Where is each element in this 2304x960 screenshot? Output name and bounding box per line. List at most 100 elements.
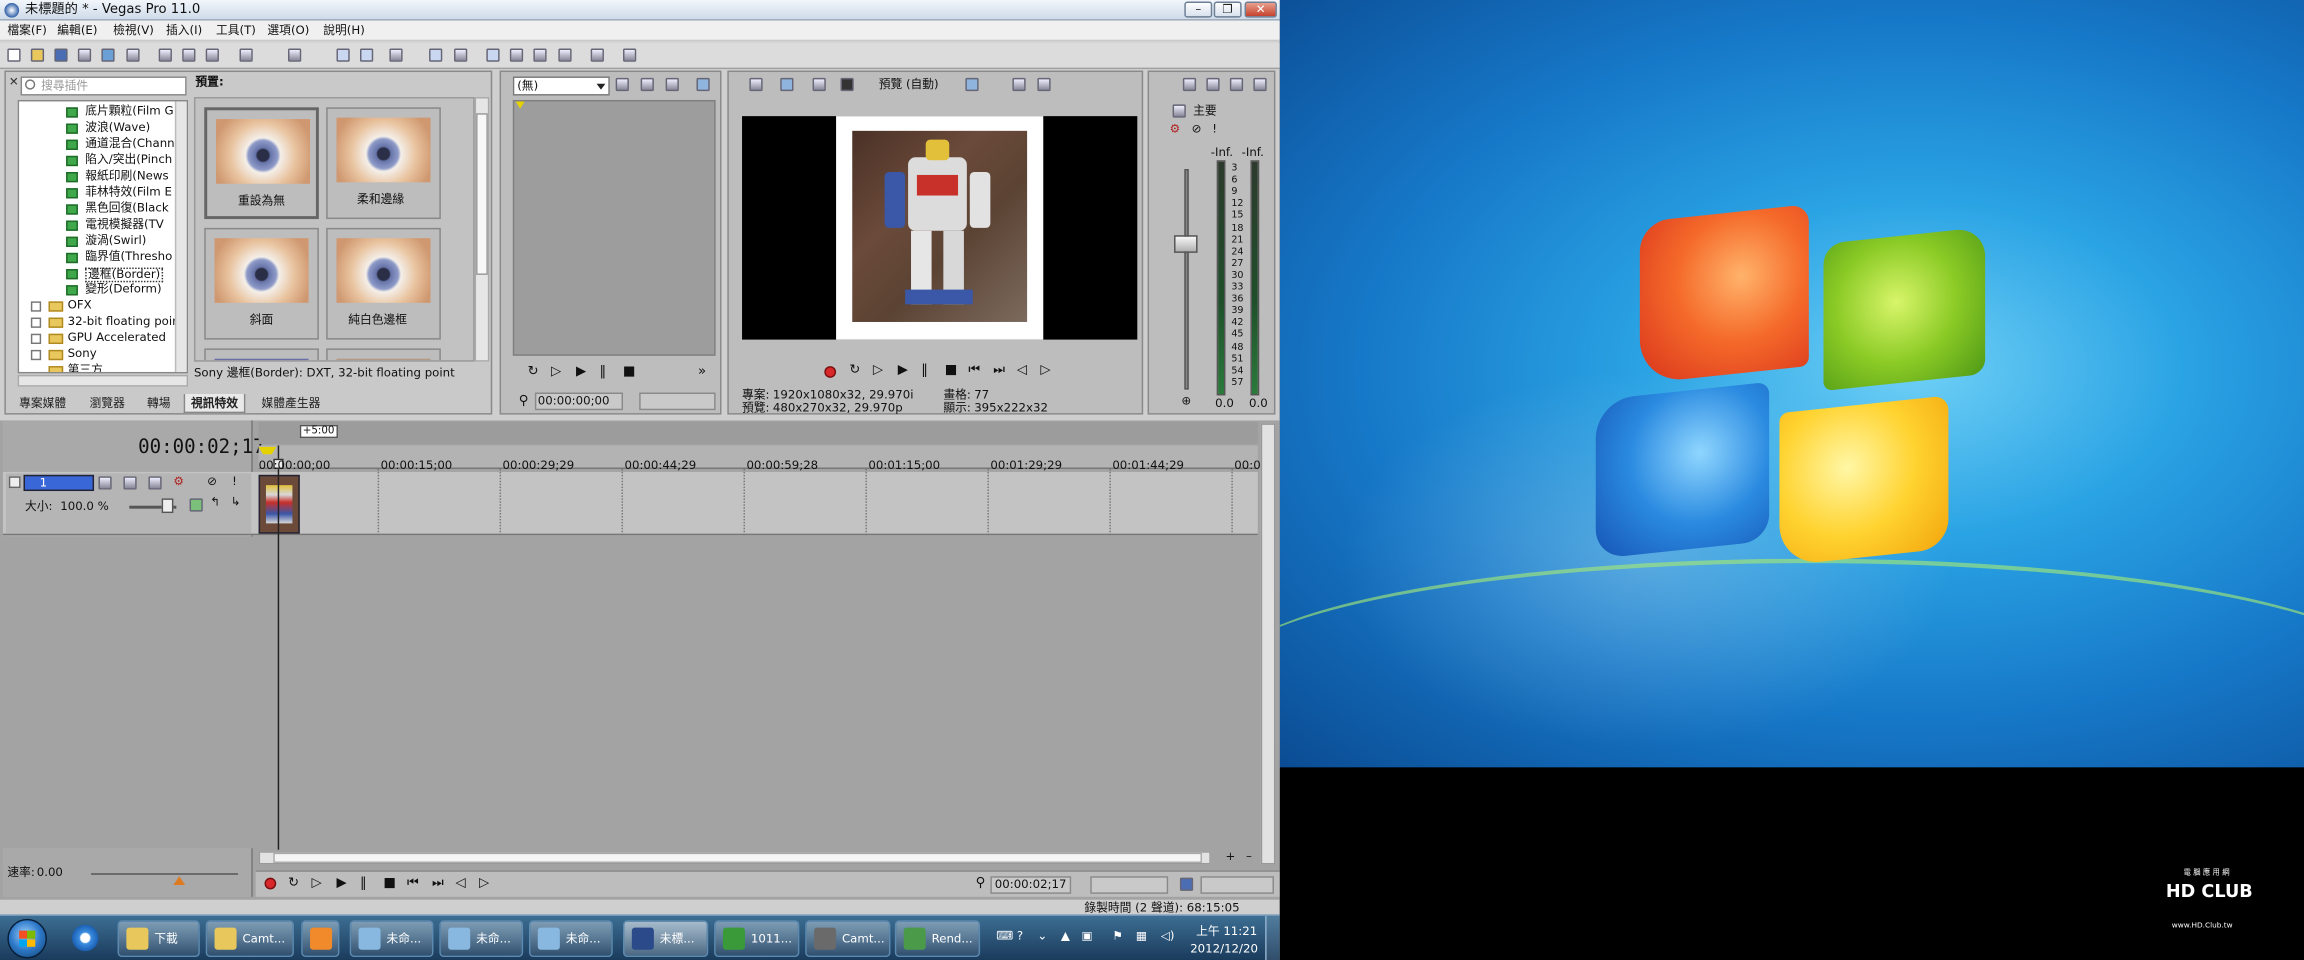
undo-icon[interactable]	[239, 48, 253, 62]
close-button[interactable]: ✕	[1244, 1, 1277, 18]
taskbar-item[interactable]: Camt...	[805, 920, 891, 958]
preview-properties-icon[interactable]	[749, 77, 763, 92]
preview-stop-icon[interactable]: ■	[945, 364, 958, 378]
show-desktop-button[interactable]	[1265, 915, 1280, 960]
ie-icon[interactable]	[72, 924, 99, 952]
transport-play-icon[interactable]: ▶	[336, 877, 346, 891]
tray-flag-icon[interactable]: ⚑	[1112, 930, 1123, 943]
trimmer-play-start-icon[interactable]: ▷	[551, 365, 561, 379]
render-icon[interactable]	[101, 48, 115, 62]
new-icon[interactable]	[7, 48, 21, 62]
auto-ripple-icon[interactable]	[360, 48, 374, 62]
trimmer-close-icon[interactable]	[665, 77, 679, 92]
tree-scrollbar[interactable]	[174, 101, 187, 372]
tree-item[interactable]: 變形(Deform)	[19, 282, 175, 298]
tree-item[interactable]: 通道混合(Chann	[19, 137, 175, 153]
transport-prev-icon[interactable]: ⏮	[407, 877, 419, 891]
rate-slider-thumb[interactable]	[173, 876, 186, 886]
transport-pause-icon[interactable]: ‖	[360, 877, 367, 891]
preview-prev-icon[interactable]: ⏮	[968, 364, 980, 378]
trimmer-stop-icon[interactable]: ■	[623, 365, 636, 379]
taskbar-item[interactable]: 未命...	[528, 920, 613, 958]
tray-help-icon[interactable]: ?	[1017, 930, 1023, 943]
tree-item[interactable]: 臨界值(Thresho	[19, 250, 175, 266]
open-icon[interactable]	[30, 48, 45, 62]
cut-icon[interactable]	[158, 48, 172, 62]
preview-next-icon[interactable]: ⏭	[993, 364, 1005, 378]
master-solo-icon[interactable]: !	[1212, 123, 1217, 135]
external-monitor-icon[interactable]	[780, 77, 794, 92]
tray-network-icon[interactable]: ▦	[1136, 930, 1147, 943]
transport-loop-icon[interactable]: ↻	[288, 877, 299, 891]
timeline-vscroll[interactable]	[1260, 423, 1276, 865]
preview-play-icon[interactable]: ▶	[898, 364, 908, 378]
panel-close-icon[interactable]: ✕	[9, 75, 19, 88]
track-motion-icon[interactable]	[98, 476, 112, 490]
tray-expand-icon[interactable]: ▲	[1061, 930, 1070, 943]
zoom-in-icon[interactable]: +	[1225, 850, 1235, 863]
master-fx-icon[interactable]: ⚙	[1170, 123, 1181, 135]
trimmer-fx-icon[interactable]	[615, 77, 629, 92]
envelope-tool-icon[interactable]	[509, 48, 524, 62]
menu-edit[interactable]: 編輯(E)	[57, 24, 97, 37]
crossfade-icon[interactable]	[454, 48, 468, 62]
tray-app-icon[interactable]: ▣	[1081, 930, 1092, 943]
tree-item[interactable]: 底片顆粒(Film G	[19, 104, 175, 120]
menu-tools[interactable]: 工具(T)	[216, 24, 256, 37]
lock-icon[interactable]: ⊕	[1181, 395, 1191, 407]
split-screen-icon[interactable]	[840, 77, 854, 92]
menu-options[interactable]: 選項(O)	[267, 24, 309, 37]
tree-item[interactable]: 電視模擬器(TV	[19, 218, 175, 234]
tab-project-media[interactable]: 專案媒體	[13, 394, 72, 413]
master-expand-icon[interactable]	[1172, 104, 1186, 118]
save-as-icon[interactable]	[77, 48, 92, 62]
tray-options-icon[interactable]: ⌄	[1037, 930, 1047, 943]
tab-video-fx[interactable]: 視訊特效	[183, 393, 246, 414]
tab-media-generators[interactable]: 媒體產生器	[256, 394, 327, 413]
clock-date[interactable]: 2012/12/20	[1190, 943, 1258, 956]
track-parent-icon[interactable]	[148, 476, 162, 490]
preview-pause-icon[interactable]: ‖	[921, 364, 928, 378]
mixer-downmix-icon[interactable]	[1229, 77, 1244, 92]
clock-time[interactable]: 上午 11:21	[1196, 925, 1257, 938]
menu-help[interactable]: 說明(H)	[323, 24, 365, 37]
tree-folder[interactable]: Sony	[19, 347, 175, 363]
transport-prev-frame-icon[interactable]: ◁	[456, 877, 466, 891]
properties-icon[interactable]	[126, 48, 140, 62]
tree-item[interactable]: 波浪(Wave)	[19, 121, 175, 137]
trimmer-more-icon[interactable]: »	[698, 365, 706, 379]
taskbar-item[interactable]: 未命...	[439, 920, 524, 958]
expand-icon[interactable]	[30, 349, 42, 361]
master-mute-icon[interactable]: ⊘	[1192, 123, 1202, 135]
rate-slider[interactable]	[91, 873, 239, 875]
trimmer-play-icon[interactable]: ▶	[576, 365, 586, 379]
taskbar-item[interactable]: Camt...	[205, 920, 294, 958]
mixer-properties-icon[interactable]	[1182, 77, 1197, 92]
preset-item[interactable]	[204, 348, 319, 361]
trimmer-pause-icon[interactable]: ‖	[600, 365, 607, 379]
preview-prev-frame-icon[interactable]: ◁	[1017, 364, 1027, 378]
mixer-insert-bus-icon[interactable]	[1206, 77, 1220, 92]
mixer-view-icon[interactable]	[1253, 77, 1267, 92]
expand-icon[interactable]	[30, 301, 42, 312]
transport-stop-icon[interactable]: ■	[384, 877, 397, 891]
tab-transitions[interactable]: 轉場	[141, 394, 176, 413]
track-solo-icon[interactable]: !	[232, 476, 237, 488]
menu-view[interactable]: 檢視(V)	[113, 24, 154, 37]
track-fx-icon[interactable]: ⚙	[173, 476, 184, 488]
ignore-grouping-icon[interactable]	[429, 48, 443, 62]
transport-play-start-icon[interactable]: ▷	[312, 877, 322, 891]
preset-item[interactable]: 純白色邊框	[326, 227, 441, 340]
transport-next-frame-icon[interactable]: ▷	[479, 877, 489, 891]
tree-folder[interactable]: GPU Accelerated	[19, 331, 175, 347]
selection-tool-icon[interactable]	[533, 48, 547, 62]
timeline-timecode[interactable]: 00:00:02;17	[138, 438, 265, 457]
trimmer-loop-icon[interactable]: ↻	[528, 365, 539, 379]
tray-keyboard-icon[interactable]: ⌨	[996, 930, 1013, 943]
snap-icon[interactable]	[336, 48, 350, 62]
preview-fx-icon[interactable]	[812, 77, 826, 92]
level-slider-thumb[interactable]	[161, 498, 174, 514]
preset-item[interactable]: 斜面	[204, 227, 319, 340]
trimmer-edit-icon[interactable]	[640, 77, 654, 92]
zoom-tool-icon[interactable]	[558, 48, 572, 62]
